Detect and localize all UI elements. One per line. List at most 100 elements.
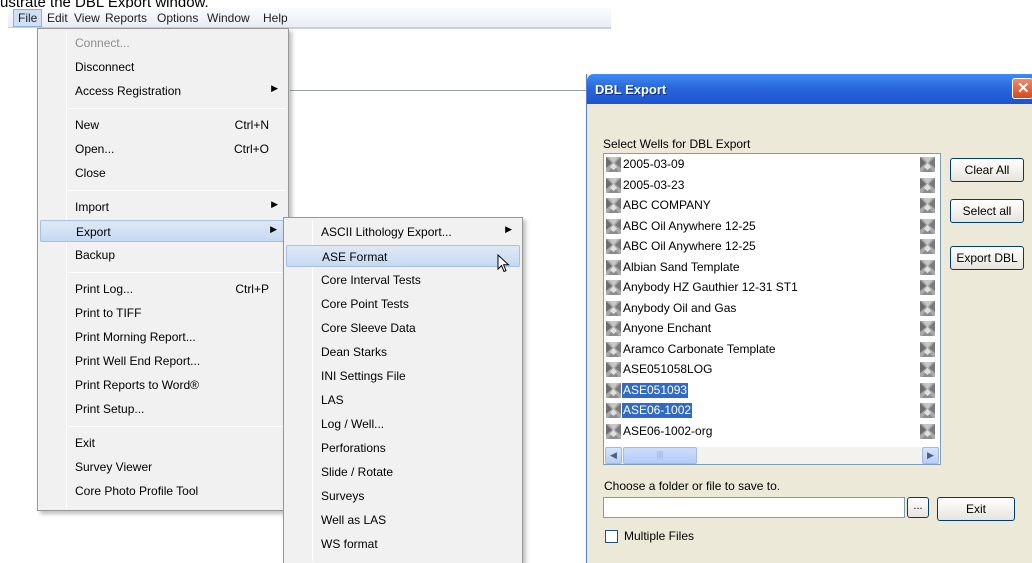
menu-item-access-registration[interactable]: Access Registration ▶ — [40, 80, 286, 102]
menu-item-connect[interactable]: Connect... — [40, 32, 286, 54]
menu-item-ascii-lithology-export[interactable]: ASCII Lithology Export... ▶ — [286, 221, 520, 243]
export-submenu: ASCII Lithology Export... ▶ ASE Format C… — [283, 217, 523, 563]
menu-item-perforations[interactable]: Perforations — [286, 437, 520, 459]
well-list-item[interactable]: 2005-03-23 — [605, 177, 935, 194]
well-status-icon — [920, 218, 935, 234]
menu-item-surveys[interactable]: Surveys — [286, 485, 520, 507]
menu-item-print-reports-to-word[interactable]: Print Reports to Word® — [40, 374, 286, 396]
well-list-item[interactable]: 2005-03-09 — [605, 156, 935, 173]
menu-item-export[interactable]: Export ▶ — [40, 220, 286, 242]
well-status-icon — [920, 423, 935, 439]
export-dbl-button[interactable]: Export DBL — [950, 246, 1024, 270]
menu-item-ws-format[interactable]: WS format — [286, 533, 520, 555]
well-name: ABC COMPANY — [623, 198, 711, 212]
menu-item-core-interval-tests[interactable]: Core Interval Tests — [286, 269, 520, 291]
scroll-thumb[interactable]: ||| — [623, 447, 697, 464]
menu-item-core-point-tests[interactable]: Core Point Tests — [286, 293, 520, 315]
menu-item-log-well[interactable]: Log / Well... — [286, 413, 520, 435]
well-status-icon — [920, 280, 935, 295]
well-list-item[interactable]: ASE06-1002-org — [605, 423, 935, 440]
menu-item-print-to-tiff[interactable]: Print to TIFF — [40, 302, 286, 324]
well-status-icon — [920, 259, 935, 275]
menu-item-ini-settings-file[interactable]: INI Settings File — [286, 365, 520, 387]
menu-item-label: Core Sleeve Data — [321, 321, 416, 335]
menu-item-close[interactable]: Close — [40, 162, 286, 184]
well-icon — [606, 177, 621, 193]
menu-item-las[interactable]: LAS — [286, 389, 520, 411]
menu-item-label: Backup — [75, 248, 116, 262]
menu-item-dean-starks[interactable]: Dean Starks — [286, 341, 520, 363]
wells-listbox[interactable]: 2005-03-09 2005-03-23 ABC COMPANY ABC Oil A… — [603, 153, 941, 465]
menu-item-well-as-las[interactable]: Well as LAS — [286, 509, 520, 531]
menu-item-label: Print to TIFF — [75, 306, 142, 320]
menu-item-label: Slide / Rotate — [321, 465, 394, 479]
well-list-item[interactable]: Albian Sand Template — [605, 259, 935, 276]
select-wells-label: Select Wells for DBL Export — [603, 137, 751, 151]
well-status-icon — [920, 341, 935, 357]
menu-item-open[interactable]: Open... Ctrl+O — [40, 138, 286, 160]
multiple-files-checkbox[interactable] — [605, 530, 618, 543]
menu-item-shortcut: Ctrl+N — [234, 118, 269, 132]
multiple-files-label: Multiple Files — [624, 529, 695, 543]
menu-item-core-photo-profile-tool[interactable]: Core Photo Profile Tool — [40, 480, 286, 502]
well-list-item[interactable]: ASE051058LOG — [605, 361, 935, 378]
toolbar-divider — [290, 90, 611, 91]
menu-item-label: Print Morning Report... — [75, 330, 196, 344]
close-button[interactable]: ✕ — [1012, 78, 1032, 99]
menu-item-print-setup[interactable]: Print Setup... — [40, 398, 286, 420]
well-name: Albian Sand Template — [623, 259, 740, 274]
dialog-title-bar[interactable]: DBL Export — [587, 74, 1032, 104]
menu-item-exit[interactable]: Exit — [40, 432, 286, 454]
horizontal-scrollbar[interactable]: ◀ ||| ▶ — [605, 447, 939, 464]
menu-item-print-log[interactable]: Print Log... Ctrl+P — [40, 278, 286, 300]
menu-separator — [68, 190, 286, 191]
well-list-item[interactable]: Anyone Enchant — [605, 320, 935, 337]
scroll-left-button[interactable]: ◀ — [605, 447, 622, 464]
browse-button[interactable]: ... — [907, 497, 929, 518]
menu-item-label: Dean Starks — [321, 345, 388, 359]
toolbar-divider — [290, 28, 611, 29]
menu-item-print-morning-report[interactable]: Print Morning Report... — [40, 326, 286, 348]
exit-button[interactable]: Exit — [937, 497, 1015, 521]
menu-item-import[interactable]: Import ▶ — [40, 196, 286, 218]
well-icon — [606, 382, 621, 398]
menu-item-new[interactable]: New Ctrl+N — [40, 114, 286, 136]
well-name: Anybody Oil and Gas — [623, 300, 737, 315]
select-all-button[interactable]: Select all — [950, 199, 1024, 223]
submenu-arrow-icon: ▶ — [270, 224, 277, 234]
well-name: Anyone Enchant — [623, 321, 712, 335]
menu-item-label: INI Settings File — [321, 369, 406, 383]
menu-item-ase-format[interactable]: ASE Format — [286, 245, 520, 267]
menu-item-core-sleeve-data[interactable]: Core Sleeve Data — [286, 317, 520, 339]
menu-help[interactable]: Help — [258, 9, 293, 27]
menu-reports[interactable]: Reports — [100, 9, 152, 27]
menu-item-survey-viewer[interactable]: Survey Viewer — [40, 456, 286, 478]
scroll-right-button[interactable]: ▶ — [922, 447, 939, 464]
menu-file[interactable]: File — [13, 9, 43, 27]
well-list-item[interactable]: ABC Oil Anywhere 12-25 — [605, 218, 935, 235]
menu-item-disconnect[interactable]: Disconnect — [40, 56, 286, 78]
well-icon — [606, 239, 621, 254]
menu-item-slide-rotate[interactable]: Slide / Rotate — [286, 461, 520, 483]
menu-item-label: Core Point Tests — [321, 297, 409, 311]
menu-item-label: Access Registration — [75, 84, 182, 98]
well-list-item[interactable]: ASE051093 — [605, 382, 935, 399]
well-list-item[interactable]: Anybody HZ Gauthier 12-31 ST1 — [605, 279, 935, 296]
well-list-item[interactable]: ABC Oil Anywhere 12-25 — [605, 238, 935, 255]
well-list-item[interactable]: Anybody Oil and Gas — [605, 300, 935, 317]
menu-options[interactable]: Options — [152, 9, 203, 27]
menu-item-print-well-end-report[interactable]: Print Well End Report... — [40, 350, 286, 372]
well-list-item[interactable]: ASE06-1002 — [605, 402, 935, 419]
save-path-input[interactable] — [603, 497, 905, 518]
well-list-item[interactable]: ABC COMPANY — [605, 197, 935, 214]
clear-all-button[interactable]: Clear All — [950, 158, 1024, 182]
menu-window[interactable]: Window — [202, 9, 255, 27]
well-list-item[interactable]: Aramco Carbonate Template — [605, 341, 935, 358]
close-icon: ✕ — [1017, 80, 1030, 97]
mouse-cursor-icon — [497, 254, 510, 273]
well-icon — [606, 362, 621, 377]
menu-item-backup[interactable]: Backup — [40, 244, 286, 266]
well-name: Aramco Carbonate Template — [623, 341, 776, 356]
well-name: ASE051093 — [622, 382, 689, 398]
menu-item-label: Exit — [75, 436, 96, 450]
